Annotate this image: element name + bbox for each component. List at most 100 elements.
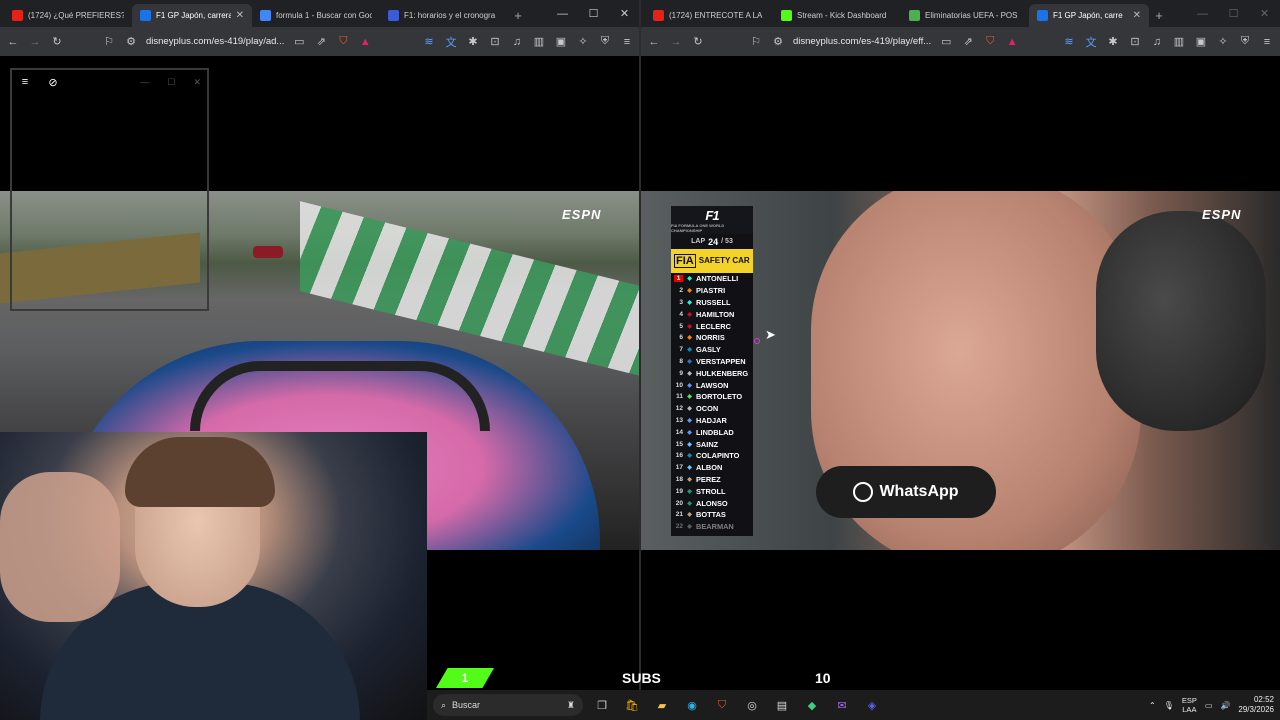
left_browser-tab[interactable]: formula 1 - Buscar con Goo <box>252 4 380 27</box>
brave-shield-icon[interactable]: ⛉ <box>336 35 350 49</box>
wallet-icon[interactable]: ▣ <box>554 35 568 49</box>
forward-icon[interactable]: → <box>669 35 683 49</box>
clock[interactable]: 02:52 29/3/2026 <box>1238 695 1274 715</box>
youtube-icon <box>653 10 664 21</box>
disney-icon <box>1037 10 1048 21</box>
brave-icon[interactable]: ⛉ <box>711 694 733 716</box>
share-icon[interactable]: ⇗ <box>961 35 975 49</box>
streamer-hair <box>125 437 275 507</box>
music-icon[interactable]: ♫ <box>510 35 524 49</box>
standings-row: 14 ◆ LINDBLAD <box>671 426 753 438</box>
position-number: 9 <box>679 369 683 377</box>
bookmark-icon[interactable]: ⚐ <box>102 35 116 49</box>
brave-rewards-icon[interactable]: ▲ <box>1005 35 1019 49</box>
right-url-field[interactable]: disneyplus.com/es-419/play/eff... <box>793 36 931 47</box>
close-tab-icon[interactable]: ✕ <box>236 10 244 21</box>
cast-icon[interactable]: ▭ <box>939 35 953 49</box>
minimize-icon[interactable]: — <box>140 77 149 88</box>
team-logo-icon: ◆ <box>687 370 692 377</box>
menu-icon[interactable]: ≡ <box>1260 35 1274 49</box>
close-tab-icon[interactable]: ✕ <box>1133 10 1141 21</box>
standings-row: 5 ◆ LECLERC <box>671 320 753 332</box>
right-browser-window: (1724) ENTRECOTE A LA Stream - Kick Dashb… <box>641 0 1280 56</box>
file-explorer-icon[interactable]: ▰ <box>651 694 673 716</box>
language-indicator[interactable]: ESP LAA <box>1182 696 1197 714</box>
screenshot-icon[interactable]: ⊡ <box>1128 35 1142 49</box>
app-green-icon[interactable]: ◆ <box>801 694 823 716</box>
brave-shield-icon[interactable]: ⛉ <box>983 35 997 49</box>
mouse-pointer-icon: ➤ <box>765 327 776 342</box>
close-icon[interactable]: ✕ <box>1249 0 1280 27</box>
maximize-icon[interactable]: ☐ <box>167 77 175 88</box>
vpn-icon[interactable]: ⛨ <box>1238 35 1252 49</box>
standings-row: 20 ◆ ALONSO <box>671 497 753 509</box>
youtube-icon <box>12 10 23 21</box>
sidebar-icon[interactable]: ▥ <box>1172 35 1186 49</box>
team-logo-icon: ◆ <box>687 382 692 389</box>
volume-icon[interactable]: 🔊 <box>1220 701 1230 710</box>
close-icon[interactable]: ✕ <box>193 77 201 88</box>
standings-row: 6 ◆ NORRIS <box>671 332 753 344</box>
extensions-icon[interactable]: ✱ <box>1106 35 1120 49</box>
wave-icon[interactable]: ≋ <box>1062 35 1076 49</box>
reload-icon[interactable]: ↻ <box>50 35 64 49</box>
leo-icon[interactable]: ✧ <box>576 35 590 49</box>
maximize-icon[interactable]: ☐ <box>1218 0 1249 27</box>
position-number: 13 <box>675 416 683 424</box>
block-icon[interactable]: ⊘ <box>46 75 60 89</box>
sidebar-icon[interactable]: ▥ <box>532 35 546 49</box>
menu-icon[interactable]: ≡ <box>620 35 634 49</box>
site-info-icon[interactable]: ⚙ <box>771 35 785 49</box>
minimize-icon[interactable]: — <box>1187 0 1218 27</box>
new-tab-button[interactable]: + <box>508 4 528 27</box>
messenger-icon[interactable]: ✉ <box>831 694 853 716</box>
share-icon[interactable]: ⇗ <box>314 35 328 49</box>
back-icon[interactable]: ← <box>6 35 20 49</box>
left_browser-tab[interactable]: F1: horarios y el cronogra <box>380 4 508 27</box>
maximize-icon[interactable]: ☐ <box>578 0 609 27</box>
kick-icon <box>781 10 792 21</box>
back-icon[interactable]: ← <box>647 35 661 49</box>
edge-icon[interactable]: ◉ <box>681 694 703 716</box>
task-view-icon[interactable]: ❐ <box>591 694 613 716</box>
leo-icon[interactable]: ✧ <box>1216 35 1230 49</box>
right_browser-tab[interactable]: (1724) ENTRECOTE A LA <box>645 4 773 27</box>
left-browser-window: (1724) ¿Qué PREFIERES? 🎯 F1 GP Japón, car… <box>0 0 640 56</box>
terminal-icon[interactable]: ▤ <box>771 694 793 716</box>
extensions-icon[interactable]: ✱ <box>466 35 480 49</box>
network-icon[interactable]: ▭ <box>1205 701 1213 710</box>
mic-icon[interactable]: 🎙 <box>1164 701 1174 710</box>
hamburger-icon[interactable]: ≡ <box>18 75 32 89</box>
site-info-icon[interactable]: ⚙ <box>124 35 138 49</box>
translate-icon[interactable]: 文 <box>1084 35 1098 49</box>
left_browser-tab[interactable]: F1 GP Japón, carrera ✕ <box>132 4 252 27</box>
reload-icon[interactable]: ↻ <box>691 35 705 49</box>
team-logo-icon: ◆ <box>687 299 692 306</box>
left_browser-tab[interactable]: (1724) ¿Qué PREFIERES? 🎯 <box>4 4 132 27</box>
tab-title: F1: horarios y el cronogra <box>404 11 496 20</box>
wave-icon[interactable]: ≋ <box>422 35 436 49</box>
minimize-icon[interactable]: — <box>547 0 578 27</box>
left-url-field[interactable]: disneyplus.com/es-419/play/ad... <box>146 36 284 47</box>
wallet-icon[interactable]: ▣ <box>1194 35 1208 49</box>
bookmark-icon[interactable]: ⚐ <box>749 35 763 49</box>
music-icon[interactable]: ♫ <box>1150 35 1164 49</box>
brave-rewards-icon[interactable]: ▲ <box>358 35 372 49</box>
store-icon[interactable]: 🛍 <box>621 694 643 716</box>
discord-icon[interactable]: ◈ <box>861 694 883 716</box>
team-logo-icon: ◆ <box>687 429 692 436</box>
cast-icon[interactable]: ▭ <box>292 35 306 49</box>
new-tab-button[interactable]: + <box>1149 4 1169 27</box>
tray-expand-icon[interactable]: ⌃ <box>1149 701 1156 710</box>
forward-icon[interactable]: → <box>28 35 42 49</box>
right_browser-tab[interactable]: Eliminatorias UEFA - POS <box>901 4 1029 27</box>
screenshot-icon[interactable]: ⊡ <box>488 35 502 49</box>
translate-icon[interactable]: 文 <box>444 35 458 49</box>
driver-name: ALBON <box>696 463 723 473</box>
obs-icon[interactable]: ◎ <box>741 694 763 716</box>
vpn-icon[interactable]: ⛨ <box>598 35 612 49</box>
right_browser-tab[interactable]: Stream - Kick Dashboard <box>773 4 901 27</box>
close-icon[interactable]: ✕ <box>609 0 640 27</box>
right_browser-tab[interactable]: F1 GP Japón, carre ✕ <box>1029 4 1149 27</box>
taskbar-search[interactable]: ⌕ Buscar ♜ <box>433 694 583 716</box>
